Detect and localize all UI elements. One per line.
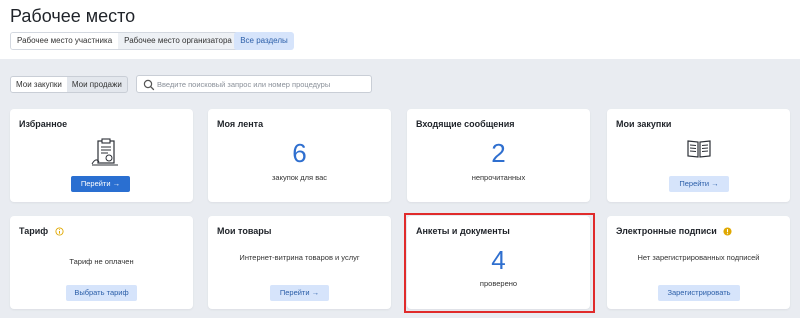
purchases-sales-switch: Мои закупки Мои продажи — [10, 76, 128, 93]
signatures-caption: Нет зарегистрированных подписей — [637, 253, 760, 262]
purchases-go-button[interactable]: Перейти → — [669, 176, 729, 192]
card-inbox: Входящие сообщения 2 непрочитанных — [407, 109, 590, 202]
card-my-purchases: Мои закупки Перейти → — [607, 109, 790, 202]
search-icon — [143, 79, 155, 91]
card-title: Избранное — [19, 119, 68, 129]
card-title: Входящие сообщения — [416, 119, 515, 129]
card-my-goods: Мои товары Интернет-витрина товаров и ус… — [208, 216, 391, 309]
info-circle-icon[interactable] — [55, 227, 64, 236]
feed-count[interactable]: 6 — [208, 139, 391, 167]
all-sections-button[interactable]: Все разделы — [234, 32, 294, 50]
warning-circle-icon[interactable] — [723, 227, 732, 236]
favorites-go-button[interactable]: Перейти → — [71, 176, 130, 192]
card-title: Мои закупки — [616, 119, 672, 129]
card-title: Электронные подписи — [616, 226, 732, 236]
tariff-title: Тариф — [19, 226, 49, 236]
page-title: Рабочее место — [10, 6, 136, 26]
inbox-caption: непрочитанных — [471, 173, 526, 182]
feed-caption: закупок для вас — [271, 173, 328, 182]
choose-tariff-button[interactable]: Выбрать тариф — [66, 285, 137, 301]
card-title: Тариф — [19, 226, 64, 236]
signatures-title: Электронные подписи — [616, 226, 717, 236]
tab-my-purchases[interactable]: Мои закупки — [11, 77, 67, 92]
goods-go-button[interactable]: Перейти → — [270, 285, 329, 301]
tariff-status: Тариф не оплачен — [69, 257, 134, 266]
tab-organizer-workspace[interactable]: Рабочее место организатора — [118, 33, 238, 49]
card-favorites: Избранное Перейти → — [10, 109, 193, 202]
workspace-switch: Рабочее место участника Рабочее место ор… — [10, 32, 239, 50]
card-title: Моя лента — [217, 119, 264, 129]
clipboard-document-icon — [91, 138, 118, 166]
register-signature-button[interactable]: Зарегистрировать — [658, 285, 740, 301]
card-tariff: Тариф Тариф не оплачен Выбрать тариф — [10, 216, 193, 309]
card-title: Мои товары — [217, 226, 272, 236]
goods-caption: Интернет-витрина товаров и услуг — [239, 253, 360, 262]
card-my-feed: Моя лента 6 закупок для вас — [208, 109, 391, 202]
tab-my-sales[interactable]: Мои продажи — [67, 77, 127, 92]
selection-highlight — [404, 213, 595, 313]
open-book-icon — [687, 140, 711, 158]
card-electronic-signatures: Электронные подписи Нет зарегистрированн… — [607, 216, 790, 309]
header-panel: Рабочее место Рабочее место участника Ра… — [0, 0, 800, 59]
search-box — [136, 75, 372, 93]
inbox-count[interactable]: 2 — [407, 139, 590, 167]
search-input[interactable] — [157, 77, 367, 91]
tab-participant-workspace[interactable]: Рабочее место участника — [11, 33, 119, 49]
